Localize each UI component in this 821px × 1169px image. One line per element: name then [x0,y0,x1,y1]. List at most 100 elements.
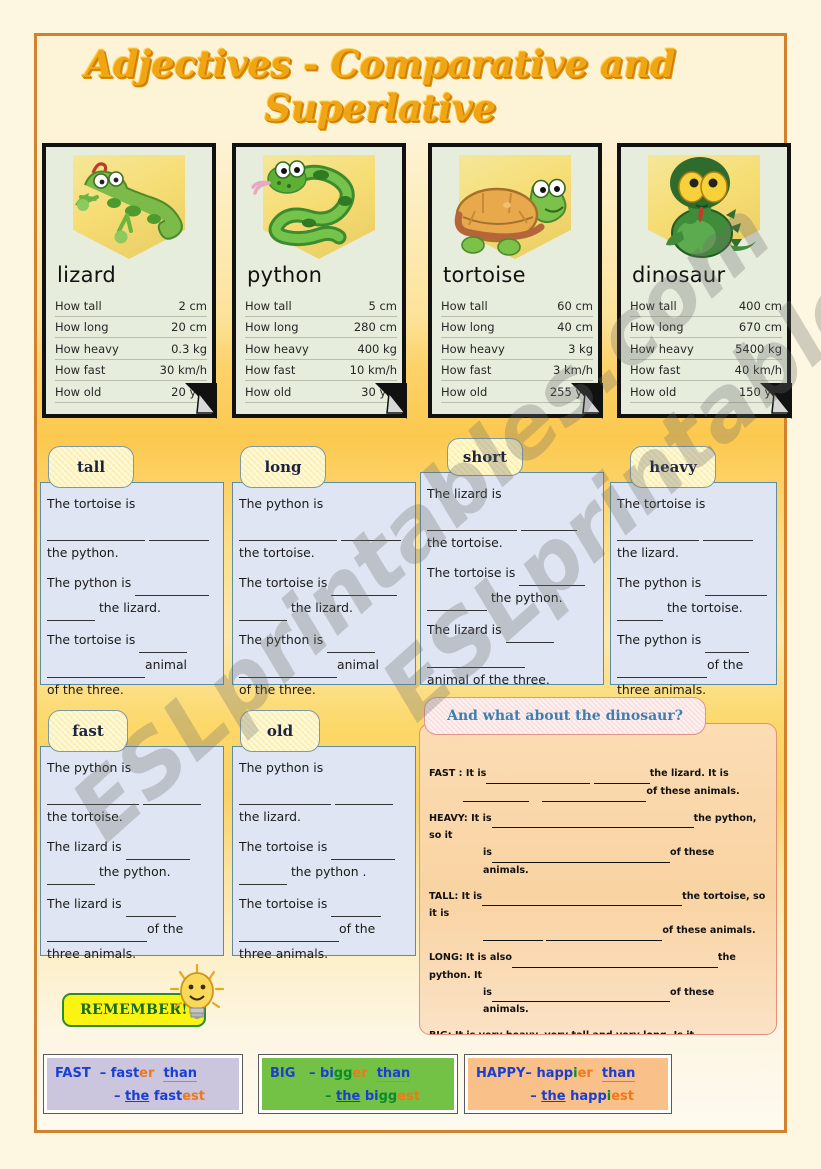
dino-key: HEAVY: [429,812,468,824]
stat-label: How tall [55,295,143,317]
sentence-part: It is [461,890,483,902]
grammar-line-comparative: BIG – bigger than [270,1063,446,1086]
grammar-than: than [601,1066,636,1082]
stat-value: 3 kg [531,337,593,360]
sentence-part: animals. [483,1004,529,1016]
stat-label: How heavy [441,337,532,360]
dino-item-tall: TALL: It is the tortoise, so it is of th… [420,889,776,942]
table-row: How tall 400 cm [630,295,782,317]
table-row: How fast 40 km/h [630,359,782,381]
sentence-part: The tortoise is [47,496,136,511]
sentence-part: The python is [617,632,702,648]
table-row: How long 20 cm [55,316,207,338]
grammar-dash: – [99,1066,111,1081]
sentence-part: three animals. [617,681,707,697]
exercise-sentence: The tortoise is the python. [47,492,216,564]
grammar-suffix: est [397,1088,420,1104]
sentence-part: is [483,847,492,859]
sentence-part: the tortoise. [427,534,503,550]
folded-corner-icon [375,383,407,419]
sentence-part: the lizard. [239,808,301,824]
stat-value: 670 cm [717,316,782,338]
stat-value: 60 cm [531,295,593,317]
sentence-part: of these animals. [646,785,740,797]
dinosaur-section-header: And what about the dinosaur? [424,697,706,735]
sentence-part: of these [670,986,715,998]
stat-value: 20 cm [142,316,207,338]
sentence-part: the tortoise. [47,808,123,824]
stat-label: How long [245,316,333,338]
grammar-stem: fast [153,1088,183,1104]
dino-key: BIG: [429,1030,452,1034]
exercise-box-fast[interactable]: The python is the tortoise. The lizard i… [40,746,224,961]
grammar-stem: happ [570,1088,607,1104]
sentence-part: It is very heavy, very tall and very lon… [455,1030,694,1034]
stat-value: 0.3 kg [142,337,207,360]
stat-label: How old [441,380,532,403]
dino-item-big: BIG: It is very heavy, very tall and ver… [420,1028,776,1034]
grammar-stem: bi [364,1088,379,1104]
stat-label: How old [245,380,333,403]
exercise-box-tall[interactable]: The tortoise is the python. The python i… [40,482,224,697]
sentence-part: the lizard. [290,600,353,616]
exercise-box-old[interactable]: The python is the lizard. The tortoise i… [232,746,416,961]
exercise-sentence: The python is the tortoise. [239,492,408,564]
sentence-part: The python is [239,496,324,511]
stat-label: How long [441,316,532,338]
exercise-tab-heavy[interactable]: heavy [630,446,716,488]
sentence-part: the python . [290,864,367,880]
sentence-part: the tortoise. [666,600,743,616]
sentence-part: The python is [239,760,324,775]
stat-value: 30 km/h [142,359,207,381]
grammar-dash: – [113,1088,125,1104]
table-row: How long 280 cm [245,316,397,338]
grammar-suffix: er [139,1066,155,1081]
grammar-base: FAST [55,1066,91,1081]
grammar-the: the [125,1088,150,1104]
table-row: How heavy 400 kg [245,337,397,360]
exercise-sentence: The tortoise is the python. [427,561,596,612]
animal-name: dinosaur [632,263,726,287]
stat-label: How long [55,316,143,338]
table-row: How heavy 3 kg [441,337,593,360]
lightbulb-icon [169,963,225,1019]
stat-value: 280 cm [332,316,397,338]
sentence-part: The tortoise is [47,632,136,648]
grammar-suffix: est [611,1088,634,1104]
stat-label: How fast [245,359,333,381]
sentence-part: It is [465,768,487,779]
table-row: How tall 60 cm [441,295,593,317]
sentence-part: of the three. [239,681,316,697]
exercise-sentence: The python is the lizard. [47,571,216,622]
python-snake-illustration [251,160,355,247]
exercise-tab-short[interactable]: short [447,438,523,476]
python-picture [249,153,389,263]
grammar-than: than [376,1066,411,1082]
dino-key: FAST : [429,768,463,779]
exercise-tab-tall[interactable]: tall [48,446,134,488]
sentence-part: of the [707,656,744,672]
exercise-sentence: The tortoise is the lizard. [239,571,408,622]
stat-label: How tall [245,295,333,317]
sentence-part: The lizard is [427,486,502,501]
dinosaur-exercise-panel[interactable]: FAST : It is the lizard. It is of these … [419,723,777,1035]
exercise-sentence: The lizard is the python. [47,835,216,886]
exercise-box-short[interactable]: The lizard is the tortoise. The tortoise… [420,472,604,687]
sentence-part: of the three. [47,681,124,697]
sentence-part: the lizard. [617,544,679,560]
grammar-line-superlative: – the happiest [476,1086,660,1109]
exercise-tab-old[interactable]: old [240,710,320,752]
grammar-double: gg [378,1088,398,1104]
exercise-tab-long[interactable]: long [240,446,326,488]
exercise-box-heavy[interactable]: The tortoise is the lizard. The python i… [610,482,777,697]
animal-card-dinosaur: dinosaur How tall 400 cm How long 670 cm H… [617,143,792,419]
stat-value: 5400 kg [717,337,782,360]
stat-label: How fast [55,359,143,381]
lizard-illustration [75,162,183,244]
tortoise-illustration [454,178,567,256]
exercise-tab-fast[interactable]: fast [48,710,128,752]
sentence-part: of these [670,847,715,859]
grammar-suffix: est [182,1088,205,1104]
exercise-box-long[interactable]: The python is the tortoise. The tortoise… [232,482,416,697]
sentence-part: The lizard is [47,839,122,855]
